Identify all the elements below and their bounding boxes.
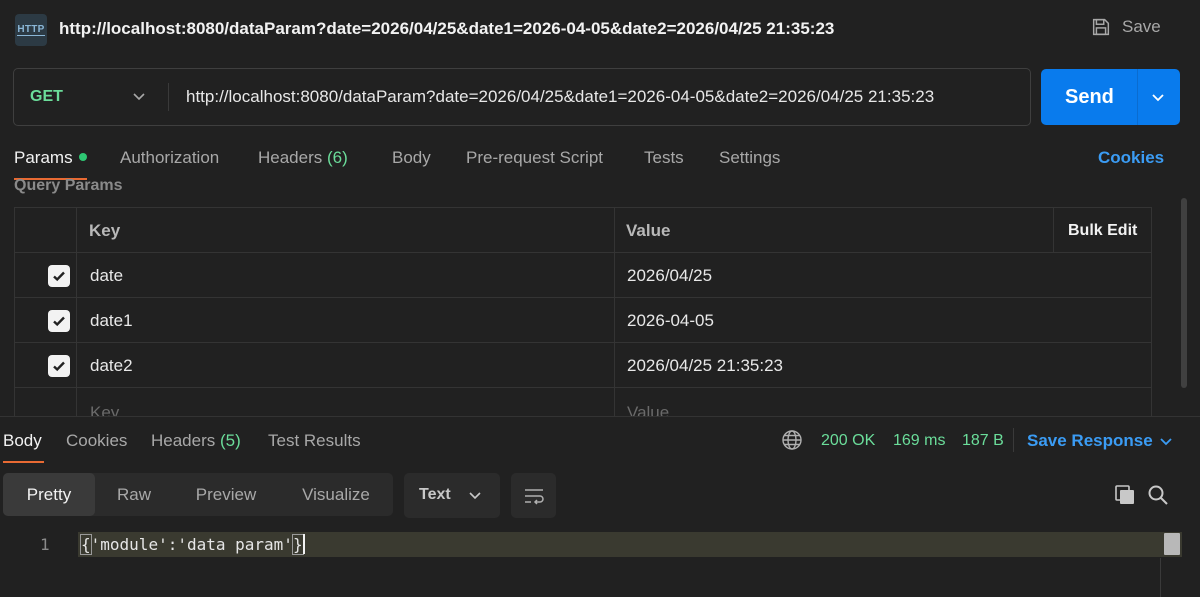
- save-label: Save: [1122, 17, 1161, 36]
- text-cursor: [302, 533, 305, 554]
- chevron-down-icon[interactable]: [1159, 434, 1173, 448]
- code-content: 'module':'data param': [90, 535, 293, 554]
- checkmark-icon: [53, 361, 65, 371]
- format-label: Text: [419, 486, 451, 503]
- search-icon[interactable]: [1147, 484, 1169, 506]
- response-size[interactable]: 187 B: [962, 432, 1004, 450]
- request-title[interactable]: http://localhost:8080/dataParam?date=202…: [59, 19, 834, 39]
- save-icon: [1092, 18, 1110, 36]
- tab-body[interactable]: Body: [392, 148, 431, 168]
- tab-tests[interactable]: Tests: [644, 148, 684, 168]
- line-number: 1: [40, 535, 50, 554]
- view-preview[interactable]: Preview: [173, 473, 279, 516]
- globe-icon[interactable]: [781, 429, 803, 451]
- table-row: date2 2026/04/25 21:35:23: [15, 343, 1151, 388]
- open-brace: {: [80, 534, 92, 555]
- url-input[interactable]: http://localhost:8080/dataParam?date=202…: [186, 87, 934, 107]
- view-visualize[interactable]: Visualize: [279, 473, 393, 516]
- editor-scroll-track: [1160, 558, 1161, 597]
- param-value[interactable]: 2026/04/25 21:35:23: [627, 343, 783, 388]
- param-key[interactable]: date2: [90, 343, 133, 388]
- save-response-button[interactable]: Save Response: [1027, 431, 1153, 451]
- copy-icon[interactable]: [1114, 484, 1136, 506]
- param-value[interactable]: 2026-04-05: [627, 298, 714, 343]
- key-column-header: Key: [89, 220, 121, 240]
- status-divider: [1013, 428, 1014, 452]
- url-bar: GET http://localhost:8080/dataParam?date…: [13, 68, 1031, 126]
- format-select[interactable]: Text: [404, 473, 500, 518]
- column-divider: [1053, 208, 1054, 253]
- url-divider: [168, 83, 169, 111]
- method-select[interactable]: GET: [30, 88, 63, 106]
- table-row: date 2026/04/25: [15, 253, 1151, 298]
- response-body-code[interactable]: {'module':'data param'}: [80, 533, 305, 556]
- view-mode-switcher: Pretty Raw Preview Visualize: [3, 473, 393, 516]
- http-icon: HTTP: [15, 14, 47, 46]
- params-scrollbar[interactable]: [1181, 198, 1187, 388]
- param-value[interactable]: 2026/04/25: [627, 253, 712, 298]
- column-divider: [614, 208, 615, 417]
- response-tab-headers[interactable]: Headers (5): [151, 431, 241, 451]
- response-tab-cookies[interactable]: Cookies: [66, 431, 127, 451]
- send-button[interactable]: Send: [1041, 69, 1180, 125]
- wrap-lines-icon: [524, 488, 544, 505]
- param-key[interactable]: date1: [90, 298, 133, 343]
- value-column-header: Value: [626, 220, 671, 240]
- view-pretty[interactable]: Pretty: [3, 473, 95, 516]
- tab-pre-request-script[interactable]: Pre-request Script: [466, 148, 603, 168]
- response-divider[interactable]: [0, 416, 1200, 417]
- status-code[interactable]: 200 OK: [821, 432, 875, 450]
- row-checkbox[interactable]: [48, 264, 70, 287]
- request-tabs: Params Authorization Headers (6) Body Pr…: [0, 140, 1200, 180]
- wrap-lines-button[interactable]: [511, 473, 556, 518]
- table-header-row: Key Value Bulk Edit: [15, 208, 1151, 253]
- editor-minimap[interactable]: [1164, 533, 1180, 555]
- tab-headers[interactable]: Headers (6): [258, 148, 348, 168]
- response-tab-body[interactable]: Body: [3, 431, 42, 451]
- close-brace: }: [291, 534, 304, 555]
- params-active-dot: [78, 152, 87, 161]
- send-divider: [1137, 69, 1138, 125]
- chevron-down-icon[interactable]: [132, 89, 146, 103]
- row-checkbox[interactable]: [48, 309, 70, 332]
- checkmark-icon: [53, 271, 65, 281]
- request-title-bar: HTTP http://localhost:8080/dataParam?dat…: [0, 0, 1200, 60]
- query-params-title: Query Params: [14, 177, 123, 194]
- bulk-edit-button[interactable]: Bulk Edit: [1068, 208, 1137, 253]
- tab-authorization[interactable]: Authorization: [120, 148, 219, 168]
- new-param-row: Key Value: [15, 388, 1151, 418]
- send-label: Send: [1065, 86, 1114, 108]
- save-button[interactable]: Save: [1090, 16, 1161, 38]
- checkmark-icon: [53, 316, 65, 326]
- param-key[interactable]: date: [90, 253, 123, 298]
- new-key-input[interactable]: Key: [90, 390, 119, 418]
- response-time[interactable]: 169 ms: [893, 432, 945, 450]
- query-params-table: Key Value Bulk Edit date 2026/04/25 date…: [14, 207, 1152, 417]
- column-divider: [76, 208, 77, 417]
- chevron-down-icon: [469, 492, 481, 500]
- active-tab-indicator: [3, 461, 44, 463]
- chevron-down-icon[interactable]: [1151, 90, 1165, 104]
- view-raw[interactable]: Raw: [95, 473, 173, 516]
- cookies-link[interactable]: Cookies: [1098, 148, 1164, 168]
- row-checkbox[interactable]: [48, 354, 70, 377]
- tab-settings[interactable]: Settings: [719, 148, 780, 168]
- table-row: date1 2026-04-05: [15, 298, 1151, 343]
- new-value-input[interactable]: Value: [627, 390, 669, 418]
- tab-params[interactable]: Params: [14, 148, 87, 168]
- response-tab-test-results[interactable]: Test Results: [268, 431, 361, 451]
